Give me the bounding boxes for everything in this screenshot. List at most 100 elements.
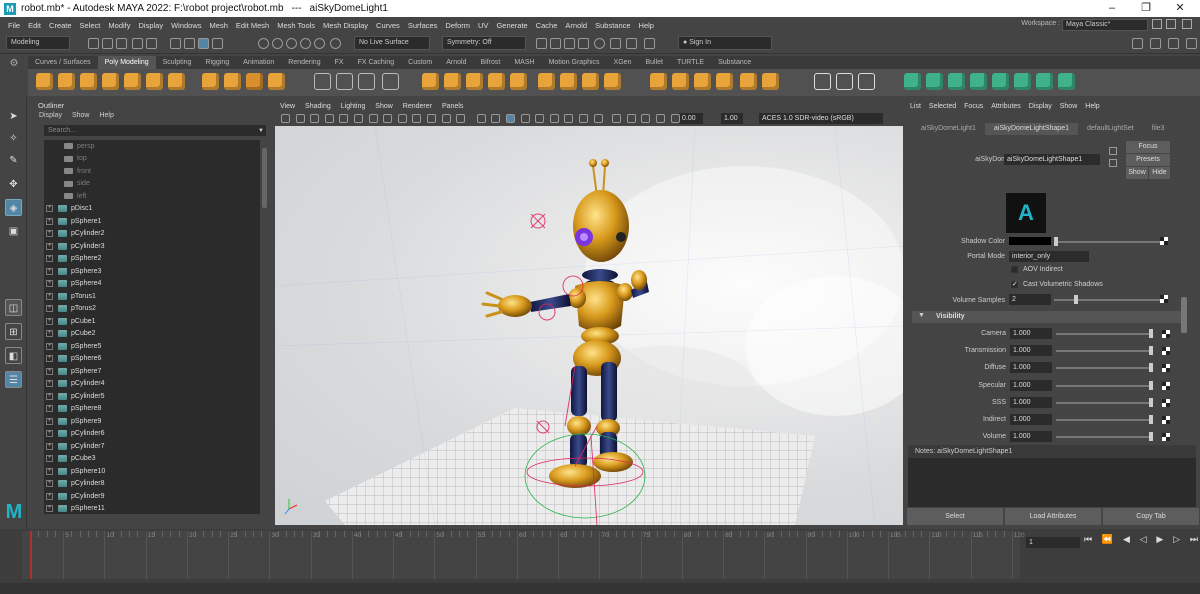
- expand-icon[interactable]: +: [46, 230, 53, 238]
- modeling-toolkit-icon[interactable]: [626, 38, 637, 49]
- visibility-indirect-knob[interactable]: [1149, 415, 1153, 424]
- use-all-lights-icon[interactable]: [535, 114, 545, 123]
- menu-mesh-tools[interactable]: Mesh Tools: [273, 21, 319, 30]
- play-forward-icon[interactable]: ▶: [1156, 534, 1163, 548]
- outliner-camera-side[interactable]: side: [44, 178, 260, 191]
- current-time-indicator[interactable]: [30, 531, 33, 579]
- attr-menu-show[interactable]: Show: [1056, 101, 1082, 113]
- outliner-camera-top[interactable]: top: [44, 153, 260, 166]
- xray-icon[interactable]: [626, 114, 636, 123]
- load-attributes-button[interactable]: Load Attributes: [1005, 508, 1101, 525]
- workspace-settings-icon[interactable]: [1152, 19, 1162, 29]
- shadow-color-knob[interactable]: [1054, 237, 1058, 246]
- expand-icon[interactable]: +: [46, 280, 53, 288]
- menu-select[interactable]: Select: [76, 21, 105, 30]
- visibility-sss-field[interactable]: 1.000: [1010, 396, 1052, 408]
- menu-file[interactable]: File: [4, 21, 24, 30]
- expand-icon[interactable]: +: [46, 255, 53, 263]
- panel-toggle-icon[interactable]: [1182, 19, 1192, 29]
- visibility-transmission-map-icon[interactable]: [1162, 347, 1170, 356]
- undo-icon[interactable]: [132, 38, 143, 49]
- hide-button[interactable]: Hide: [1149, 167, 1170, 179]
- expand-icon[interactable]: +: [46, 355, 53, 363]
- select-tool-icon[interactable]: ➤: [5, 108, 22, 125]
- visibility-camera-slider[interactable]: [1056, 333, 1152, 335]
- attribute-editor-scrollbar[interactable]: [1181, 297, 1187, 333]
- live-surface-select[interactable]: No Live Surface: [354, 36, 430, 50]
- disc-shelf-icon[interactable]: [168, 73, 185, 90]
- four-view-icon[interactable]: ⊞: [5, 323, 22, 340]
- ambient-occlusion-icon[interactable]: [564, 114, 574, 123]
- expand-icon[interactable]: +: [46, 405, 53, 413]
- viewport-menu-lighting[interactable]: Lighting: [336, 101, 371, 112]
- outliner-item-psphere1[interactable]: + pSphere1: [44, 215, 260, 228]
- menu-edit-mesh[interactable]: Edit Mesh: [232, 21, 273, 30]
- shelf-tab-xgen[interactable]: XGen: [607, 56, 639, 69]
- visibility-diffuse-map-icon[interactable]: [1162, 364, 1170, 373]
- presets-button[interactable]: Presets: [1126, 154, 1170, 166]
- outliner-camera-front[interactable]: front: [44, 165, 260, 178]
- viewport-menu-renderer[interactable]: Renderer: [398, 101, 437, 112]
- unfold-shelf-icon[interactable]: [716, 73, 733, 90]
- render-view-icon[interactable]: [536, 38, 547, 49]
- center-pivot-shelf-icon[interactable]: [904, 73, 921, 90]
- 2d-pan-zoom-icon[interactable]: [339, 114, 349, 123]
- minimize-button[interactable]: –: [1096, 0, 1128, 17]
- volume-samples-slider[interactable]: [1054, 299, 1162, 301]
- gamma-field[interactable]: 1.00: [721, 113, 743, 124]
- shelf-tab-sculpting[interactable]: Sculpting: [156, 56, 199, 69]
- scene-view[interactable]: [275, 126, 903, 525]
- outliner-search-input[interactable]: Search...: [44, 125, 266, 136]
- shadow-color-map-icon[interactable]: [1160, 237, 1168, 245]
- expand-icon[interactable]: +: [46, 317, 53, 325]
- copy-tab-button[interactable]: Copy Tab: [1103, 508, 1199, 525]
- step-back-key-icon[interactable]: ⏪: [1102, 534, 1113, 548]
- expand-icon[interactable]: +: [46, 492, 53, 500]
- wireframe-on-shaded-icon[interactable]: [506, 114, 515, 123]
- focus-link-icon[interactable]: [1109, 147, 1117, 155]
- visibility-specular-knob[interactable]: [1149, 380, 1153, 390]
- viewport-menu-view[interactable]: View: [275, 101, 300, 112]
- attribute-editor-icon[interactable]: [1150, 38, 1161, 49]
- menu-mesh-display[interactable]: Mesh Display: [319, 21, 372, 30]
- exposure-field[interactable]: 0.00: [679, 113, 703, 124]
- visibility-volume-map-icon[interactable]: [1162, 433, 1170, 442]
- outliner-item-pcylinder7[interactable]: + pCylinder7: [44, 440, 260, 453]
- outliner-camera-persp[interactable]: persp: [44, 140, 260, 153]
- textured-icon[interactable]: [520, 114, 530, 123]
- cube-shelf-icon[interactable]: [58, 73, 75, 90]
- play-back-icon[interactable]: ◁: [1140, 534, 1147, 548]
- scale-tool-icon[interactable]: ▣: [5, 223, 22, 240]
- visibility-volume-knob[interactable]: [1149, 432, 1153, 442]
- visibility-transmission-slider[interactable]: [1056, 350, 1152, 353]
- portal-mode-select[interactable]: interior_only: [1009, 251, 1089, 262]
- type-text-shelf-icon[interactable]: [246, 73, 263, 90]
- volume-samples-map-icon[interactable]: [1160, 295, 1168, 303]
- outliner-item-pcylinder8[interactable]: + pCylinder8: [44, 478, 260, 491]
- outliner-item-psphere5[interactable]: + pSphere5: [44, 340, 260, 353]
- shadows-icon[interactable]: [549, 114, 559, 123]
- snap-curve-icon[interactable]: [272, 38, 283, 49]
- fill-hole-shelf-icon[interactable]: [510, 73, 527, 90]
- outliner-camera-left[interactable]: left: [44, 190, 260, 203]
- anti-aliasing-icon[interactable]: [593, 114, 603, 123]
- single-perspective-view-icon[interactable]: ◫: [5, 299, 22, 316]
- open-scene-icon[interactable]: [102, 38, 113, 49]
- menu-help[interactable]: Help: [635, 21, 658, 30]
- expand-icon[interactable]: +: [46, 242, 53, 250]
- outliner-item-psphere10[interactable]: + pSphere10: [44, 465, 260, 478]
- viewport-menu-show[interactable]: Show: [370, 101, 398, 112]
- menu-windows[interactable]: Windows: [167, 21, 205, 30]
- workspace-select[interactable]: Maya Classic*: [1062, 19, 1148, 31]
- volume-samples-field[interactable]: 2: [1009, 294, 1051, 305]
- torus-shelf-icon[interactable]: [124, 73, 141, 90]
- xray-components-icon[interactable]: [656, 114, 665, 123]
- boolean-shelf-icon[interactable]: [382, 73, 399, 90]
- expand-icon[interactable]: +: [46, 467, 53, 475]
- time-ruler[interactable]: 5 10 15 20 25 30 35 40 45 50 55 60 65 70 75 80 85 90 95 100…: [22, 531, 1025, 579]
- soft-select-shelf-icon[interactable]: [836, 73, 853, 90]
- outliner-item-psphere7[interactable]: + pSphere7: [44, 365, 260, 378]
- attr-menu-selected[interactable]: Selected: [925, 101, 960, 113]
- visibility-volume-slider[interactable]: [1056, 436, 1152, 439]
- shelf-tab-mash[interactable]: MASH: [507, 56, 541, 69]
